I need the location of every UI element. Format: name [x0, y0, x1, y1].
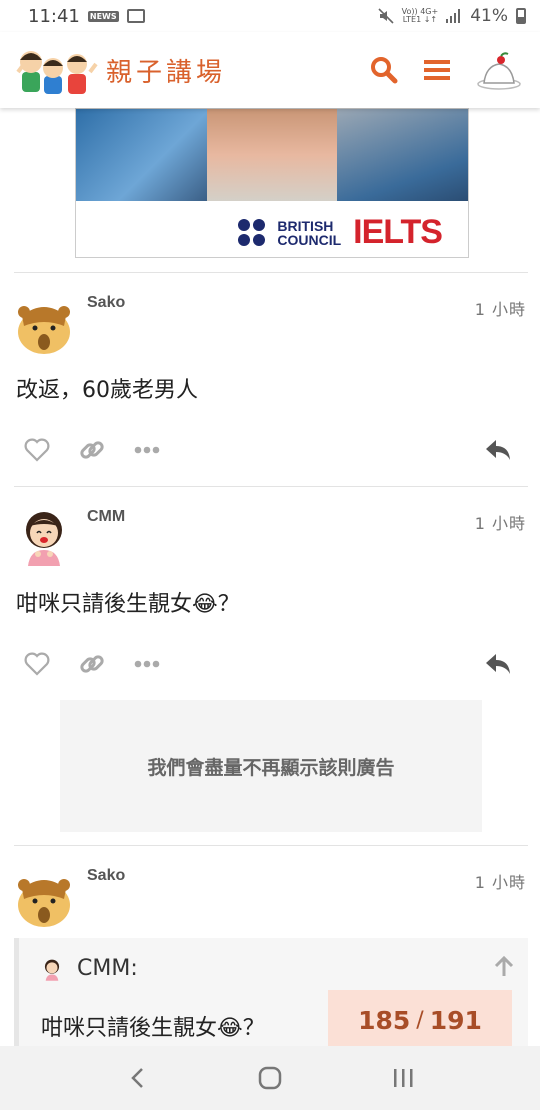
- battery-percent: 41%: [470, 6, 508, 26]
- divider: [14, 486, 528, 487]
- site-title[interactable]: 親子講場: [106, 52, 226, 89]
- quote-username: CMM:: [77, 956, 138, 981]
- status-bar: 11:41 NEWS Vo)) 4G+ LTE1 ↓↑ 41%: [0, 0, 540, 32]
- girl-avatar-small-icon: [44, 959, 60, 981]
- reply-icon[interactable]: [484, 652, 512, 676]
- post-username[interactable]: CMM: [87, 508, 125, 526]
- more-options-icon[interactable]: [134, 446, 160, 454]
- like-heart-icon[interactable]: [24, 652, 50, 676]
- divider: [14, 272, 528, 273]
- post-time[interactable]: 1 小時: [475, 296, 526, 320]
- link-icon[interactable]: [78, 650, 106, 678]
- arrow-up-icon[interactable]: [494, 956, 514, 978]
- british-council-logo-icon: [238, 219, 266, 246]
- back-icon: [130, 1068, 143, 1088]
- post-body: 咁咪只請後生靚女😂？: [16, 592, 240, 617]
- ielts-logo: IELTS: [353, 213, 443, 251]
- post-progress-indicator[interactable]: 185 / 191: [328, 990, 512, 1050]
- kids-logo-icon[interactable]: [14, 42, 100, 98]
- divider: [14, 845, 528, 846]
- progress-total: 191: [429, 1005, 482, 1035]
- home-icon: [258, 1066, 282, 1090]
- status-time: 11:41: [28, 5, 80, 27]
- news-notification-icon: NEWS: [87, 10, 119, 22]
- image-notification-icon: [126, 9, 145, 23]
- hamster-avatar-icon[interactable]: [16, 867, 72, 927]
- quote-body: 咁咪只請後生靚女😂？: [41, 1016, 265, 1041]
- ad-banner[interactable]: BRITISH COUNCIL IELTS: [75, 108, 469, 258]
- post-username[interactable]: Sako: [87, 294, 125, 312]
- hamster-avatar-icon[interactable]: [16, 294, 72, 354]
- mute-icon: [378, 8, 394, 24]
- back-button[interactable]: [107, 1048, 167, 1108]
- search-icon[interactable]: [370, 56, 398, 84]
- reply-icon[interactable]: [484, 438, 512, 462]
- post-body: 改返，60歲老男人: [16, 378, 198, 403]
- network-indicator: Vo)) 4G+ LTE1 ↓↑: [402, 8, 439, 24]
- post-time[interactable]: 1 小時: [475, 869, 526, 893]
- post-username[interactable]: Sako: [87, 867, 125, 885]
- system-nav-bar: [0, 1046, 540, 1110]
- brand-line2: COUNCIL: [277, 231, 342, 248]
- girl-avatar-icon[interactable]: [16, 506, 72, 566]
- ad-photo: [76, 109, 468, 201]
- network-bottom: LTE1 ↓↑: [402, 15, 438, 24]
- like-heart-icon[interactable]: [24, 438, 50, 462]
- battery-icon: [516, 8, 526, 24]
- more-options-icon[interactable]: [134, 660, 160, 668]
- brand-line1: BRITISH: [277, 217, 334, 234]
- menu-icon[interactable]: [424, 58, 450, 82]
- progress-current: 185: [358, 1005, 411, 1035]
- progress-separator: /: [416, 1007, 424, 1033]
- home-button[interactable]: [240, 1048, 300, 1108]
- recents-button[interactable]: [373, 1048, 433, 1108]
- signal-icon: [446, 9, 461, 23]
- post-time[interactable]: 1 小時: [475, 510, 526, 534]
- hidden-ad-notice: 我們會盡量不再顯示該則廣告: [60, 700, 482, 832]
- app-header: 親子講場: [0, 32, 540, 108]
- recents-icon: [394, 1069, 413, 1087]
- pudding-avatar-icon[interactable]: [476, 50, 522, 90]
- link-icon[interactable]: [78, 436, 106, 464]
